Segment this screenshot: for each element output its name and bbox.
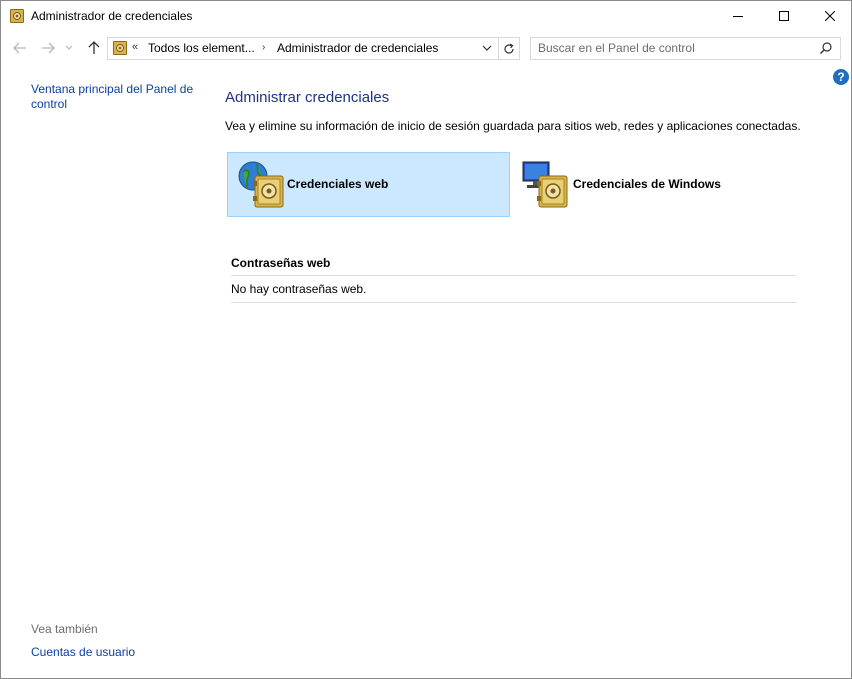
web-passwords-empty-message: No hay contraseñas web. <box>231 276 796 303</box>
address-bar[interactable]: « Todos los element... › Administrador d… <box>107 37 499 60</box>
maximize-icon <box>779 11 789 21</box>
refresh-button[interactable] <box>498 37 520 60</box>
search-box[interactable] <box>530 37 841 60</box>
breadcrumb-overflow-button[interactable]: « <box>132 41 138 53</box>
forward-button[interactable] <box>38 40 58 56</box>
see-also-heading: Vea también <box>31 622 98 636</box>
control-panel-home-link[interactable]: Ventana principal del Panel de control <box>31 82 201 112</box>
web-credentials-tile[interactable]: Credenciales web <box>227 152 510 217</box>
close-icon <box>825 11 835 21</box>
page-description: Vea y elimine su información de inicio d… <box>225 119 801 133</box>
close-button[interactable] <box>807 1 852 31</box>
web-credentials-label: Credenciales web <box>287 177 389 191</box>
web-passwords-heading: Contraseñas web <box>231 251 796 276</box>
breadcrumb-item-all-items[interactable]: Todos los element... <box>148 41 255 55</box>
back-button[interactable] <box>10 40 30 56</box>
recent-locations-button[interactable] <box>63 40 75 56</box>
page-title: Administrar credenciales <box>225 89 390 106</box>
web-credentials-icon <box>238 161 284 208</box>
minimize-button[interactable] <box>715 1 761 31</box>
help-icon[interactable]: ? <box>833 69 849 85</box>
search-icon[interactable] <box>819 41 833 55</box>
web-passwords-section: Contraseñas web No hay contraseñas web. <box>231 251 796 303</box>
credential-manager-window: Administrador de credenciales « Todos lo… <box>0 0 852 679</box>
user-accounts-link[interactable]: Cuentas de usuario <box>31 645 135 659</box>
windows-credentials-icon <box>522 161 568 208</box>
arrow-up-icon <box>88 41 100 54</box>
arrow-right-icon <box>42 42 55 54</box>
credential-manager-icon <box>10 9 24 23</box>
refresh-icon <box>504 42 514 54</box>
breadcrumb-separator[interactable]: › <box>262 42 265 53</box>
navigation-bar: « Todos los element... › Administrador d… <box>1 32 851 64</box>
arrow-left-icon <box>13 42 26 54</box>
breadcrumb-item-credential-manager[interactable]: Administrador de credenciales <box>277 41 438 55</box>
maximize-button[interactable] <box>761 1 807 31</box>
credential-manager-icon <box>113 41 127 55</box>
minimize-icon <box>733 16 743 17</box>
windows-credentials-tile[interactable]: Credenciales de Windows <box>511 152 794 217</box>
window-title: Administrador de credenciales <box>31 9 193 23</box>
title-bar: Administrador de credenciales <box>1 1 851 32</box>
search-input[interactable] <box>538 40 808 56</box>
windows-credentials-label: Credenciales de Windows <box>573 177 721 191</box>
chevron-down-icon[interactable] <box>480 41 494 55</box>
up-button[interactable] <box>84 40 104 56</box>
chevron-down-icon <box>65 45 73 50</box>
